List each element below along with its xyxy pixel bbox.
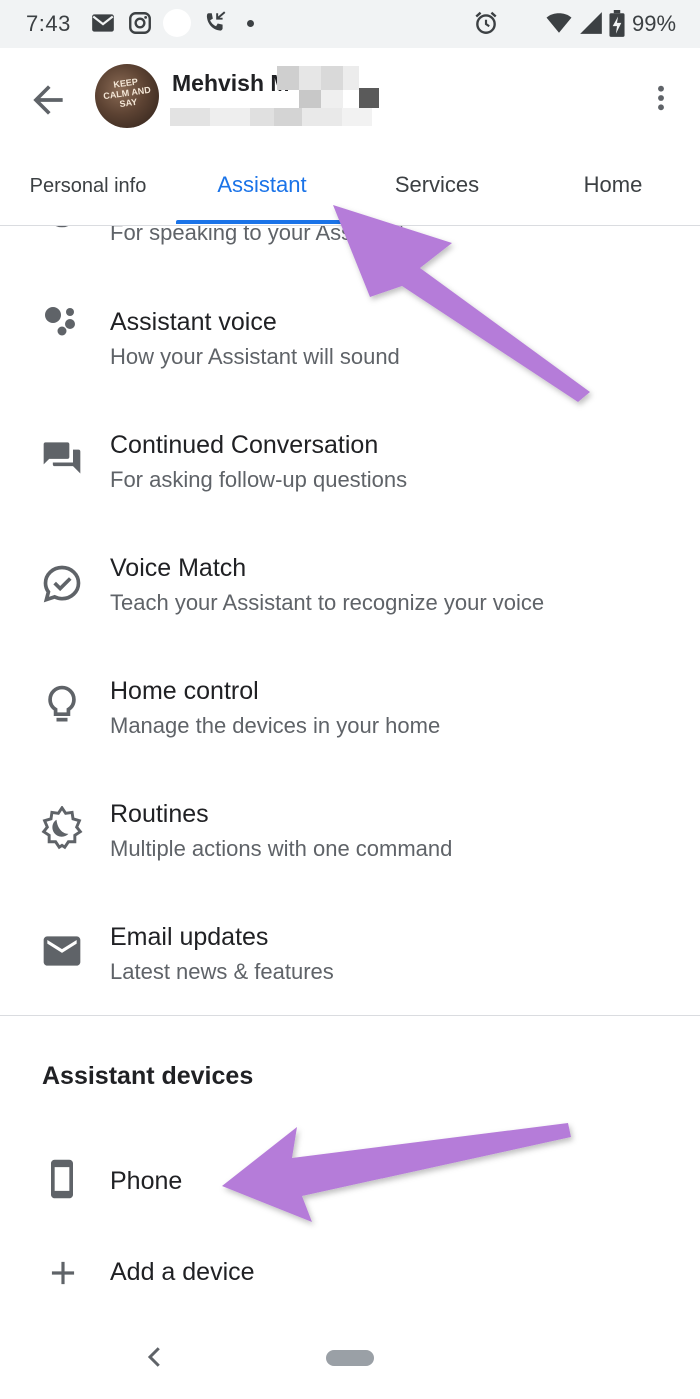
- gmail-icon: [92, 14, 114, 32]
- settings-item-routines[interactable]: Routines Multiple actions with one comma…: [0, 764, 700, 887]
- nav-home-pill[interactable]: [326, 1350, 374, 1366]
- back-arrow-icon[interactable]: [26, 78, 70, 122]
- item-title: Assistant voice: [110, 308, 277, 336]
- avatar[interactable]: KEEP CALM AND SAY: [95, 64, 159, 128]
- item-subtitle: Latest news & features: [110, 959, 334, 984]
- tab-label: Services: [394, 172, 480, 197]
- account-name: Mehvish M: [172, 70, 290, 96]
- add-device-button[interactable]: Add a device: [0, 1230, 700, 1316]
- section-heading-assistant-devices: Assistant devices: [42, 1062, 254, 1090]
- notification-circle-icon: [163, 9, 191, 37]
- status-time: 7:43: [26, 11, 71, 36]
- item-subtitle: Teach your Assistant to recognize your v…: [110, 590, 545, 615]
- tab-label: Assistant: [217, 172, 307, 197]
- device-item-phone[interactable]: Phone: [0, 1135, 700, 1227]
- item-title: Email updates: [110, 923, 269, 951]
- item-subtitle: Multiple actions with one command: [110, 836, 453, 861]
- signal-icon: [580, 12, 602, 34]
- tab-bar: Personal info Assistant Services Home: [0, 160, 700, 226]
- tab-label: Home: [583, 172, 643, 197]
- tab-home[interactable]: Home: [526, 160, 700, 226]
- battery-charging-icon: [609, 10, 625, 37]
- tab-personal-info[interactable]: Personal info: [0, 160, 176, 226]
- item-title: Home control: [110, 677, 259, 705]
- mail-icon: [43, 936, 81, 966]
- item-subtitle: Manage the devices in your home: [110, 713, 441, 738]
- item-subtitle: For asking follow-up questions: [110, 467, 408, 492]
- settings-item-voice-match[interactable]: Voice Match Teach your Assistant to reco…: [0, 518, 700, 641]
- plus-icon: [51, 1261, 75, 1285]
- settings-item-continued-conversation[interactable]: Continued Conversation For asking follow…: [0, 395, 700, 518]
- alarm-icon: [475, 11, 497, 34]
- instagram-icon: [129, 12, 151, 34]
- nav-back-icon[interactable]: [140, 1342, 170, 1372]
- tab-services[interactable]: Services: [348, 160, 526, 226]
- routines-sun-moon-icon: [41, 806, 83, 850]
- device-label: Phone: [110, 1167, 183, 1195]
- voice-match-icon: [43, 565, 81, 603]
- tab-label: Personal info: [29, 175, 147, 197]
- add-device-label: Add a device: [110, 1258, 255, 1286]
- item-title: Routines: [110, 800, 209, 828]
- more-notifications-dot: [247, 20, 254, 27]
- settings-item-assistant-voice[interactable]: Assistant voice How your Assistant will …: [0, 272, 700, 395]
- item-title: Continued Conversation: [110, 431, 379, 459]
- active-tab-indicator: [176, 220, 348, 224]
- overflow-menu-icon[interactable]: [645, 76, 677, 120]
- item-title: Voice Match: [110, 554, 247, 582]
- chat-bubbles-icon: [43, 442, 81, 474]
- settings-item-email-updates[interactable]: Email updates Latest news & features: [0, 887, 700, 1010]
- wifi-icon: [546, 13, 572, 33]
- section-divider: [0, 1015, 700, 1016]
- system-nav-bar: [0, 1320, 700, 1399]
- phone-icon: [51, 1159, 73, 1199]
- settings-item-home-control[interactable]: Home control Manage the devices in your …: [0, 641, 700, 764]
- missed-call-icon: [206, 11, 226, 31]
- item-subtitle: How your Assistant will sound: [110, 344, 400, 369]
- assistant-dots-icon: [45, 307, 75, 336]
- status-bar: 7:43 99%: [0, 0, 700, 48]
- lightbulb-icon: [48, 685, 76, 722]
- avatar-text: KEEP CALM AND SAY: [102, 76, 152, 110]
- tab-assistant[interactable]: Assistant: [176, 160, 348, 226]
- battery-percent: 99%: [632, 11, 677, 36]
